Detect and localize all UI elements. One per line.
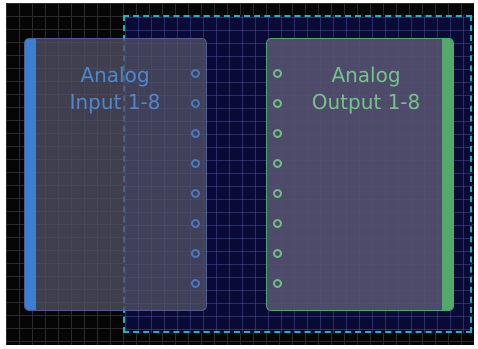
input-node-accent-bar xyxy=(25,39,36,310)
output-port-2[interactable] xyxy=(191,99,200,108)
node-editor-canvas[interactable]: Analog Input 1-8 Analog Output 1-8 xyxy=(6,3,474,345)
output-port-7[interactable] xyxy=(191,249,200,258)
output-node-accent-bar xyxy=(442,39,453,310)
input-port-3[interactable] xyxy=(273,129,282,138)
output-port-3[interactable] xyxy=(191,129,200,138)
input-port-4[interactable] xyxy=(273,159,282,168)
input-port-8[interactable] xyxy=(273,279,282,288)
input-port-1[interactable] xyxy=(273,69,282,78)
output-port-8[interactable] xyxy=(191,279,200,288)
analog-output-node[interactable]: Analog Output 1-8 xyxy=(266,38,454,311)
input-port-7[interactable] xyxy=(273,249,282,258)
input-port-2[interactable] xyxy=(273,99,282,108)
output-port-5[interactable] xyxy=(191,189,200,198)
output-port-1[interactable] xyxy=(191,69,200,78)
output-port-6[interactable] xyxy=(191,219,200,228)
input-node-title: Analog Input 1-8 xyxy=(69,63,161,114)
output-port-4[interactable] xyxy=(191,159,200,168)
output-node-title: Analog Output 1-8 xyxy=(311,63,421,114)
input-port-6[interactable] xyxy=(273,219,282,228)
analog-input-node[interactable]: Analog Input 1-8 xyxy=(24,38,207,311)
input-port-5[interactable] xyxy=(273,189,282,198)
